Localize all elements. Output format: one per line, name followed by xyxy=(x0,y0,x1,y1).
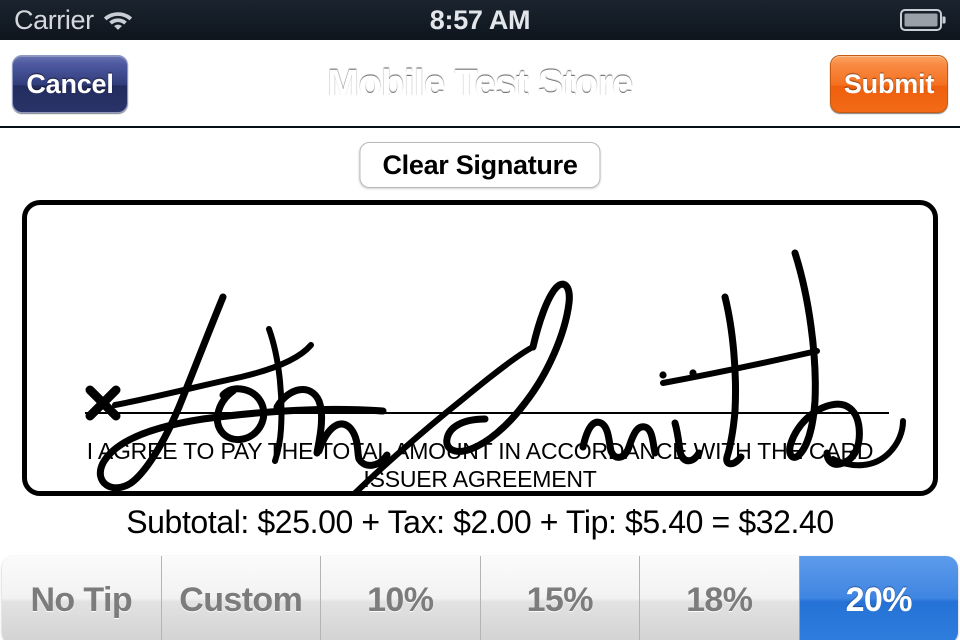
totals-summary: Subtotal: $25.00 + Tax: $2.00 + Tip: $5.… xyxy=(126,504,834,540)
tip-segment-18[interactable]: 18% xyxy=(640,556,800,640)
tip-segment-custom[interactable]: Custom xyxy=(161,556,321,640)
tip-segmented-control[interactable]: No Tip Custom 10% 15% 18% 20% xyxy=(2,556,958,640)
tip-segment-label: 20% xyxy=(845,580,913,619)
status-bar: Carrier 8:57 AM xyxy=(0,0,960,40)
tip-segment-label: No Tip xyxy=(30,580,133,619)
signature-drawing xyxy=(85,249,906,491)
battery-icon xyxy=(900,9,946,31)
tip-segment-20[interactable]: 20% xyxy=(799,556,958,640)
tip-segment-label: 10% xyxy=(367,580,434,619)
tip-segment-label: 18% xyxy=(686,580,753,619)
status-time: 8:57 AM xyxy=(429,4,531,35)
tip-segment-label: 15% xyxy=(526,580,594,619)
status-bar-right xyxy=(530,9,946,31)
tip-segment-no-tip[interactable]: No Tip xyxy=(2,556,162,640)
signature-strokes xyxy=(96,249,906,491)
navigation-bar: Mobile Test Store Cancel Submit xyxy=(0,40,960,128)
clear-signature-label: Clear Signature xyxy=(382,149,578,180)
tip-segment-15[interactable]: 15% xyxy=(480,556,640,640)
submit-button[interactable]: Submit xyxy=(830,55,948,113)
carrier-label: Carrier xyxy=(14,4,94,35)
app-screen: Carrier 8:57 AM Mobile Test Store Cancel… xyxy=(0,0,960,640)
page-title: Mobile Test Store xyxy=(327,62,633,105)
status-bar-center: 8:57 AM xyxy=(429,4,531,35)
cancel-button[interactable]: Cancel xyxy=(12,55,128,113)
tip-segment-10[interactable]: 10% xyxy=(321,556,481,640)
cancel-button-label: Cancel xyxy=(26,68,114,99)
tip-segment-label: Custom xyxy=(179,580,303,619)
wifi-icon xyxy=(103,8,133,32)
submit-button-label: Submit xyxy=(843,68,935,99)
signature-pad[interactable]: I AGREE TO PAY THE TOTAL AMOUNT IN ACCOR… xyxy=(22,200,938,496)
status-bar-left: Carrier xyxy=(14,4,430,35)
clear-signature-button[interactable]: Clear Signature xyxy=(359,142,601,188)
